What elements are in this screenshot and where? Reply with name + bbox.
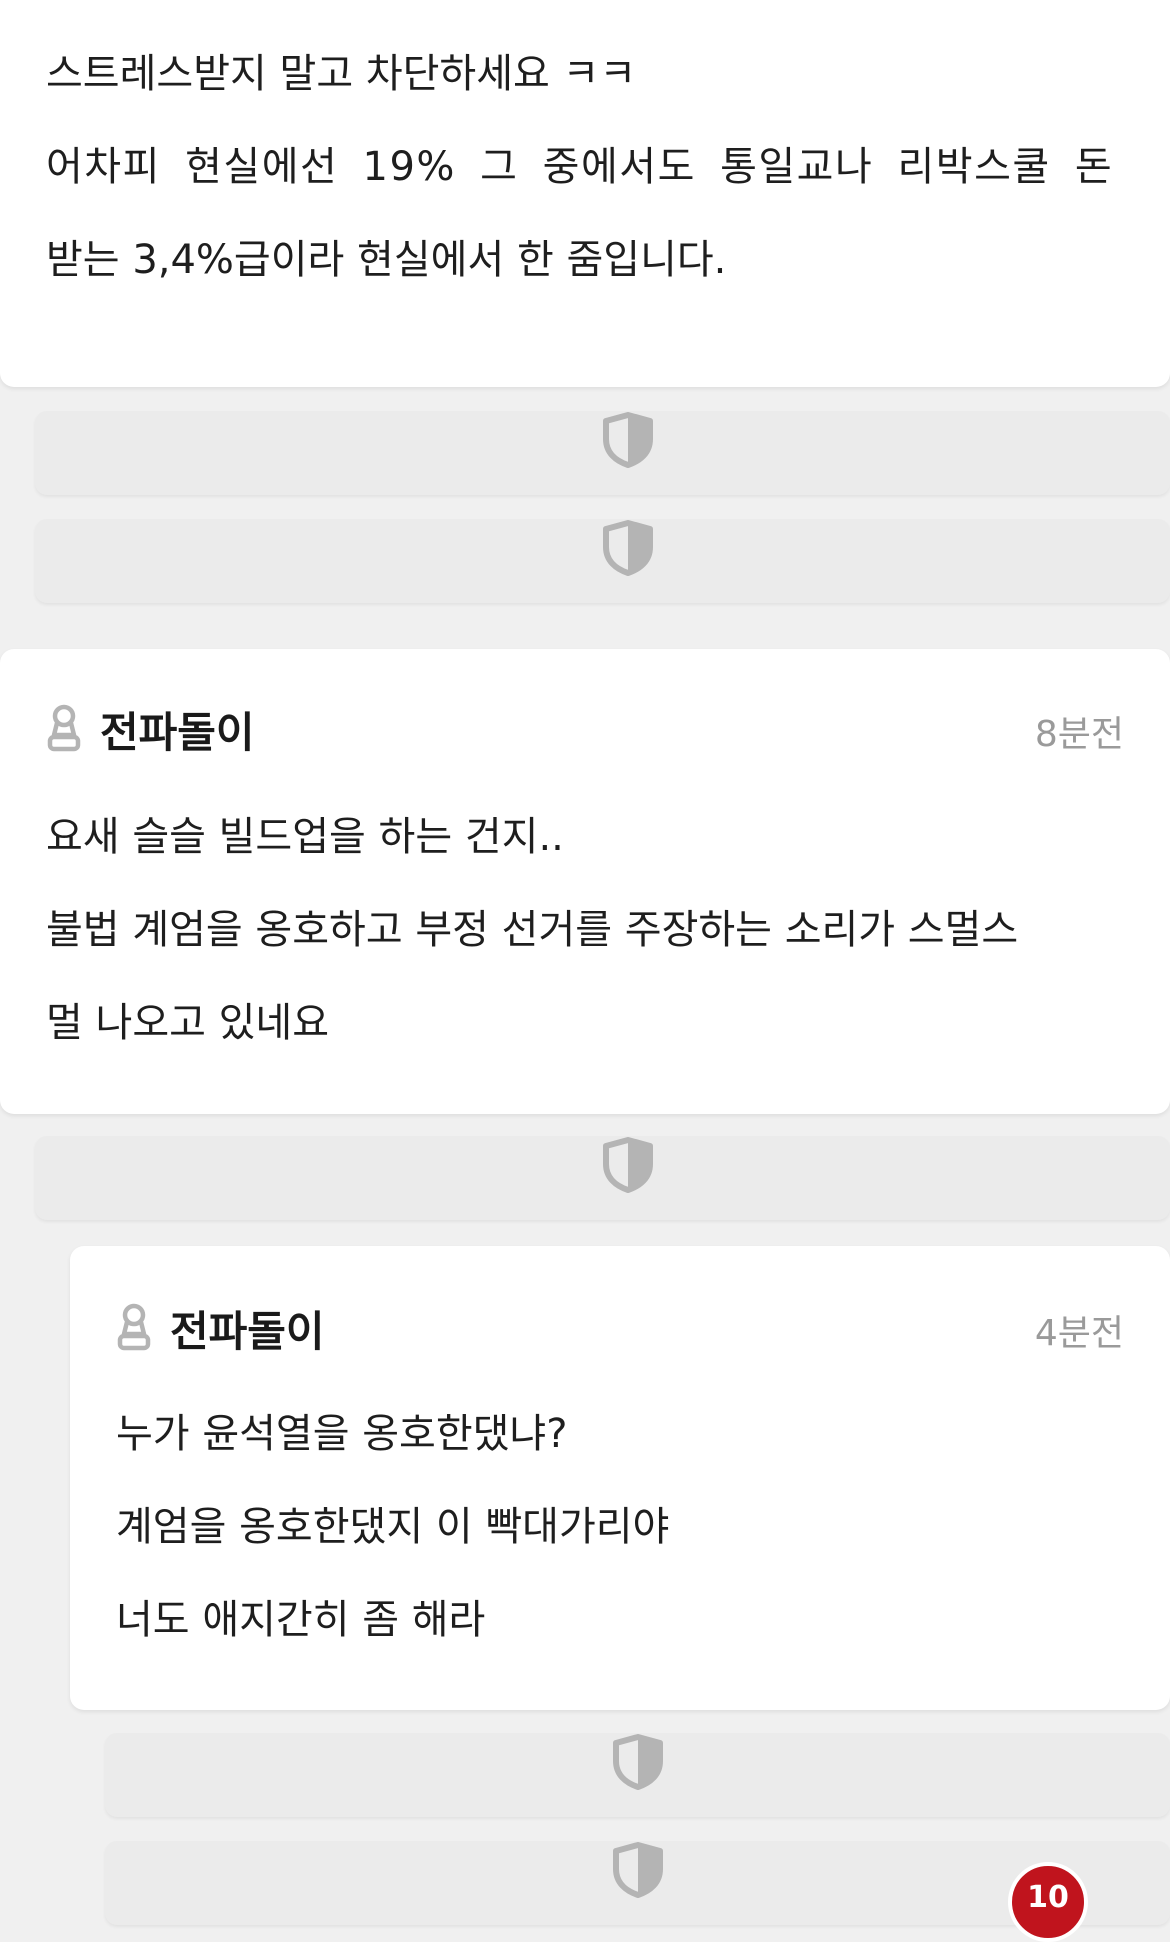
comment-line: 불법 계엄을 옹호하고 부정 선거를 주장하는 소리가 스멀스: [46, 907, 1019, 953]
shield-icon: [613, 1734, 663, 1790]
collapsed-comment[interactable]: [105, 1733, 1170, 1817]
shield-icon: [603, 412, 653, 468]
comment-card-top: 스트레스받지 말고 차단하세요 ㅋㅋ 어차피 현실에선 19% 그 중에서도 통…: [0, 0, 1170, 387]
collapsed-comment[interactable]: [35, 411, 1170, 495]
comment-line: 멀 나오고 있네요: [46, 1000, 330, 1046]
comment-line: 받는 3,4%급이라 현실에서 한 줌입니다.: [46, 237, 727, 283]
shield-icon: [603, 1137, 653, 1193]
shield-icon: [613, 1842, 663, 1898]
comment-card: 전파돌이 8분전 요새 슬슬 빌드업을 하는 건지.. 불법 계엄을 옹호하고 …: [0, 649, 1170, 1114]
comment-line: 요새 슬슬 빌드업을 하는 건지..: [46, 814, 564, 860]
notification-badge[interactable]: 10: [1008, 1862, 1088, 1942]
comment-author[interactable]: 전파돌이: [170, 1298, 325, 1359]
comment-line: 너도 애지간히 좀 해라: [116, 1597, 486, 1643]
comment-line: 어차피 현실에선 19% 그 중에서도 통일교나 리박스쿨 돈: [46, 144, 1114, 190]
comment-time: 8분전: [1034, 714, 1124, 755]
comment-line: 누가 윤석열을 옹호한댔냐?: [116, 1411, 568, 1457]
user-level-icon: [117, 1303, 151, 1351]
comment-line: 스트레스받지 말고 차단하세요 ㅋㅋ: [46, 51, 637, 97]
user-level-icon: [47, 704, 81, 752]
shield-icon: [603, 520, 653, 576]
collapsed-comment[interactable]: [35, 519, 1170, 603]
comment-header: 전파돌이 4분전: [116, 1294, 1124, 1356]
comment-line: 계엄을 옹호한댔지 이 빡대가리야: [116, 1504, 670, 1550]
comment-header: 전파돌이 8분전: [46, 695, 1124, 757]
comment-time: 4분전: [1034, 1313, 1124, 1354]
reply-card: 전파돌이 4분전 누가 윤석열을 옹호한댔냐? 계엄을 옹호한댔지 이 빡대가리…: [70, 1246, 1170, 1710]
collapsed-comment[interactable]: [35, 1136, 1170, 1220]
comment-author[interactable]: 전파돌이: [100, 699, 255, 760]
